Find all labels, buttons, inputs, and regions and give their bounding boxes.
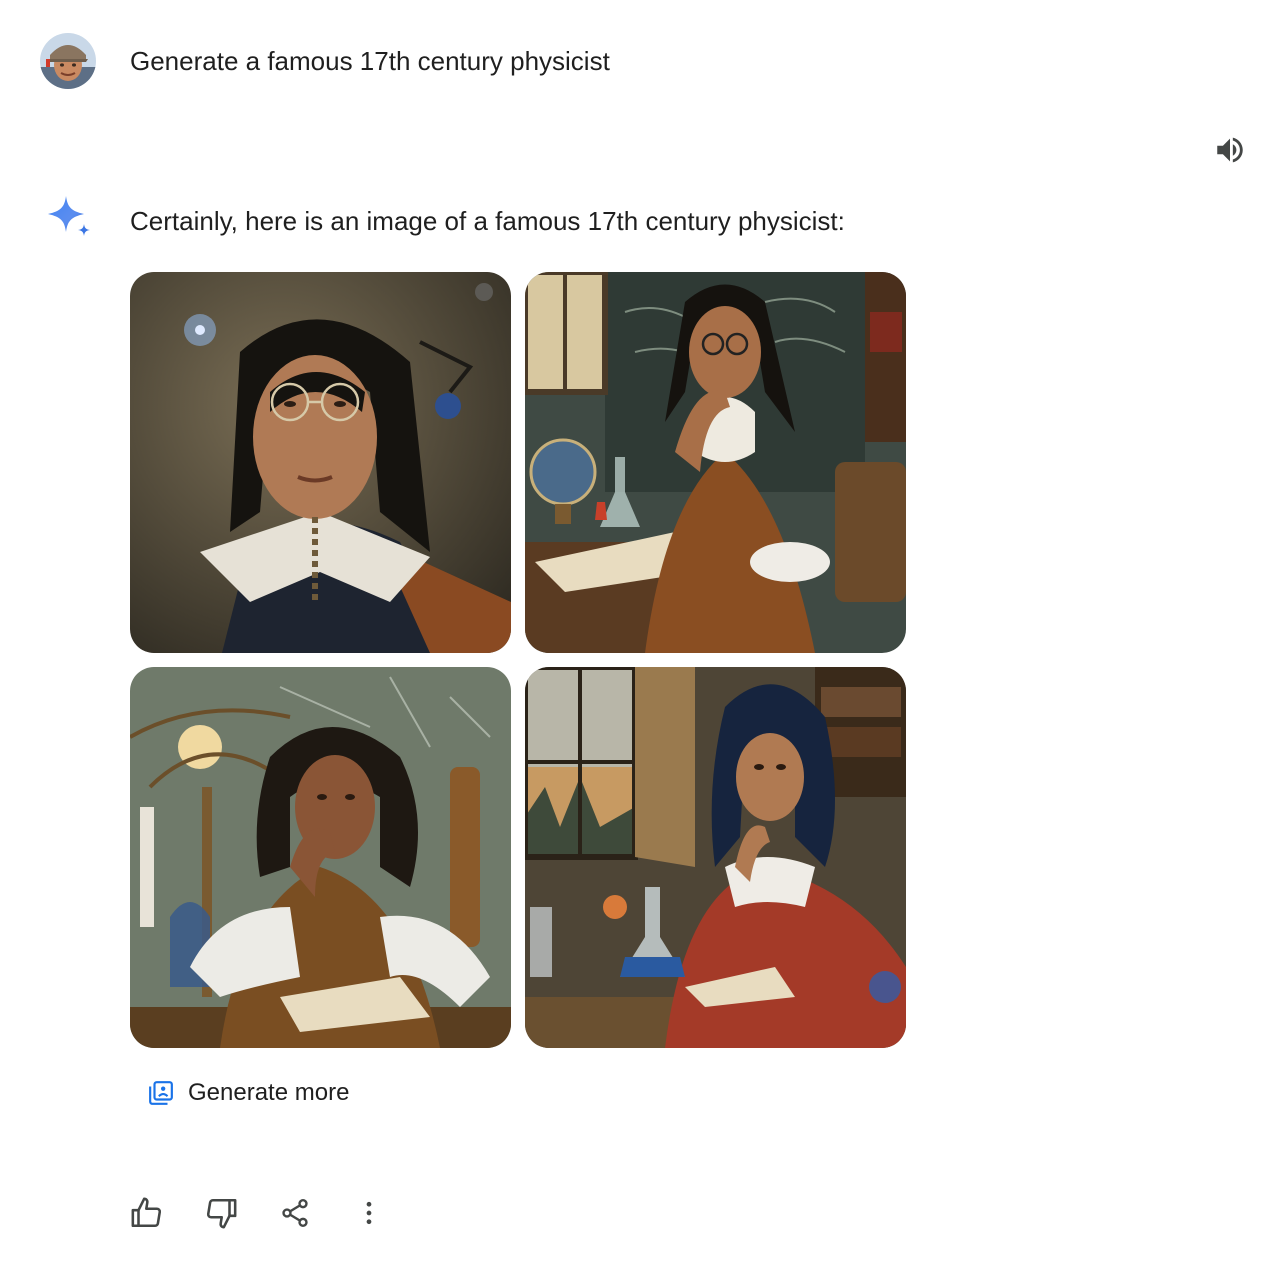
generated-image-1[interactable]	[130, 272, 511, 653]
more-vert-icon	[366, 1201, 372, 1225]
response-action-bar	[124, 1190, 392, 1236]
thumbs-down-icon	[206, 1198, 237, 1229]
share-icon	[282, 1199, 308, 1227]
avatar-image	[40, 33, 96, 89]
share-button[interactable]	[272, 1190, 318, 1236]
thumbs-up-button[interactable]	[124, 1190, 170, 1236]
image-stack-icon	[149, 1081, 173, 1105]
generated-image-grid	[130, 272, 907, 1049]
generated-image-3[interactable]	[130, 667, 511, 1048]
volume-icon	[1217, 137, 1243, 163]
user-prompt: Generate a famous 17th century physicist	[130, 46, 610, 76]
generate-more-button[interactable]: Generate more	[136, 1070, 361, 1116]
read-aloud-button[interactable]	[1208, 128, 1252, 172]
generated-image-4[interactable]	[525, 667, 906, 1048]
more-options-button[interactable]	[346, 1190, 392, 1236]
generated-image-2[interactable]	[525, 272, 906, 653]
generate-more-label: Generate more	[188, 1079, 350, 1106]
thumbs-up-icon	[131, 1197, 162, 1228]
gemini-spark-icon	[42, 192, 94, 244]
thumbs-down-button[interactable]	[198, 1190, 244, 1236]
model-response: Certainly, here is an image of a famous …	[130, 206, 845, 236]
user-avatar[interactable]	[40, 33, 96, 89]
